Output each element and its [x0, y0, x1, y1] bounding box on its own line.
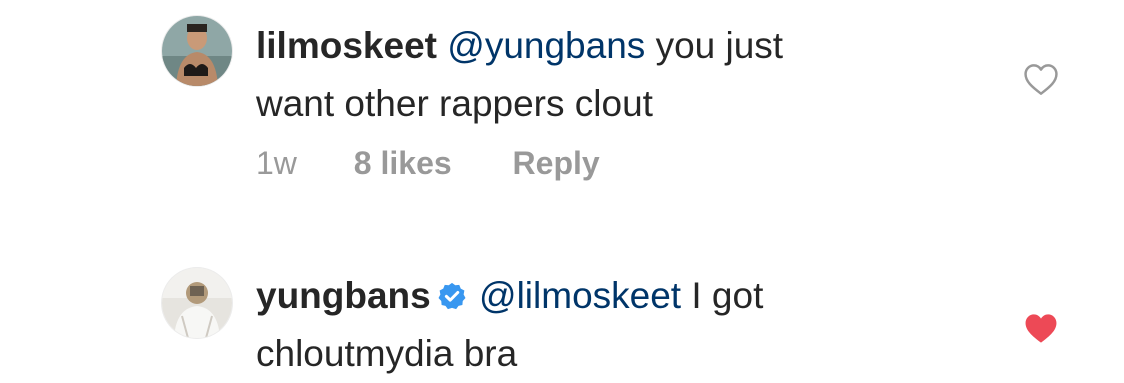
comment-body-line2: chloutmydia bra [256, 333, 518, 374]
comment-likes-count[interactable]: 8 likes [354, 145, 452, 182]
comment-time: 1w [256, 145, 297, 181]
comment-meta: 1w 8 likes Reply [256, 145, 600, 182]
avatar-photo [162, 268, 232, 338]
comment-mention[interactable]: @yungbans [447, 25, 645, 66]
comment-body-line2: want other rappers clout [256, 83, 653, 124]
comment-text: yungbans @lilmoskeet I got chloutmydia b… [256, 267, 956, 383]
comment-body-line1: you just [645, 25, 784, 66]
reply-button[interactable]: Reply [513, 145, 600, 182]
avatar-photo [162, 16, 232, 86]
avatar[interactable] [162, 16, 232, 86]
comment-mention[interactable]: @lilmoskeet [479, 275, 681, 316]
verified-badge-icon [438, 282, 466, 310]
avatar[interactable] [162, 268, 232, 338]
heart-outline-icon[interactable] [1022, 62, 1060, 96]
comment-username[interactable]: lilmoskeet [256, 25, 437, 66]
comment-text: lilmoskeet @yungbans you just want other… [256, 17, 956, 133]
comment-username[interactable]: yungbans [256, 275, 431, 316]
heart-filled-icon[interactable] [1022, 311, 1060, 345]
comment-body-line1: I got [681, 275, 764, 316]
